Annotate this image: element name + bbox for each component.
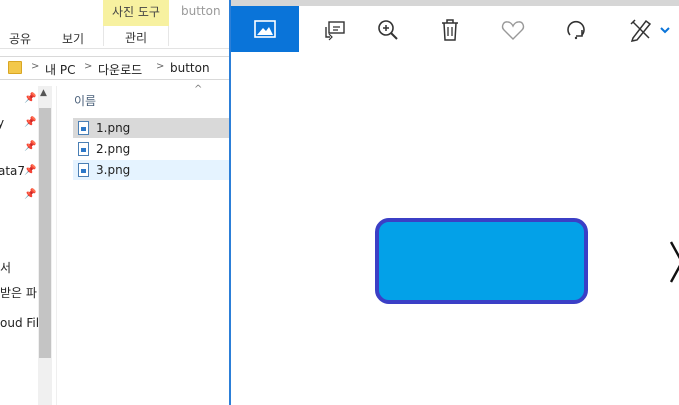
nav-item[interactable]: 서 [0,259,11,276]
tab-view[interactable]: 보기 [62,30,84,47]
edit-icon[interactable] [621,12,661,48]
delete-icon[interactable] [430,12,470,48]
image-file-icon [78,121,89,135]
breadcrumb-button[interactable]: button [170,61,210,75]
pin-icon[interactable]: 📌 [24,117,36,128]
window-title: button [181,4,221,18]
next-image-arrow-icon[interactable] [668,240,679,287]
file-name: 3.png [96,163,131,177]
zoom-in-icon[interactable] [368,12,408,48]
scrollbar-thumb[interactable] [39,108,51,358]
photos-viewer-window [229,0,679,405]
chevron-right-icon[interactable]: > [84,61,92,72]
file-name: 2.png [96,142,131,156]
pin-icon[interactable]: 📌 [24,165,36,176]
displayed-image-button-shape [375,218,588,304]
address-bar[interactable]: > 내 PC > 다운로드 > button [0,56,229,80]
image-file-icon [78,142,89,156]
nav-item[interactable]: oud Fil [0,316,39,330]
slideshow-icon[interactable] [315,12,355,48]
nav-scrollbar[interactable]: ▲ [38,86,52,405]
tab-share[interactable]: 공유 [9,30,31,47]
file-explorer-window: 사진 도구 button 공유 보기 관리 > 내 PC > 다운로드 > bu… [0,0,229,405]
chevron-down-icon[interactable] [659,24,671,38]
sort-ascending-icon: ^ [194,84,203,95]
favorite-icon[interactable] [493,12,533,48]
nav-item[interactable]: 받은 파 [0,284,37,301]
photos-icon[interactable] [231,6,299,52]
chevron-right-icon[interactable]: > [156,61,164,72]
pin-icon[interactable]: 📌 [24,93,36,104]
pin-icon[interactable]: 📌 [24,189,36,200]
rotate-icon[interactable] [556,12,596,48]
breadcrumb-downloads[interactable]: 다운로드 [98,61,142,78]
nav-item[interactable]: y [0,116,4,130]
ribbon-divider [0,48,229,49]
scroll-up-icon[interactable]: ▲ [40,88,47,98]
column-header-name[interactable]: 이름 [74,92,96,109]
image-file-icon [78,163,89,177]
chevron-right-icon[interactable]: > [31,61,39,72]
pane-divider[interactable] [56,86,57,405]
tab-manage[interactable]: 관리 [103,26,169,46]
picture-tools-tab-group: 사진 도구 [103,0,169,26]
folder-icon [8,61,22,74]
nav-item[interactable]: ata7 [0,164,25,178]
file-row[interactable]: 1.png [73,118,229,138]
file-row[interactable]: 2.png [73,139,229,159]
pin-icon[interactable]: 📌 [24,141,36,152]
file-name: 1.png [96,121,131,135]
viewer-toolbar [231,6,679,52]
breadcrumb-this-pc[interactable]: 내 PC [45,61,75,78]
file-row[interactable]: 3.png [73,160,229,180]
